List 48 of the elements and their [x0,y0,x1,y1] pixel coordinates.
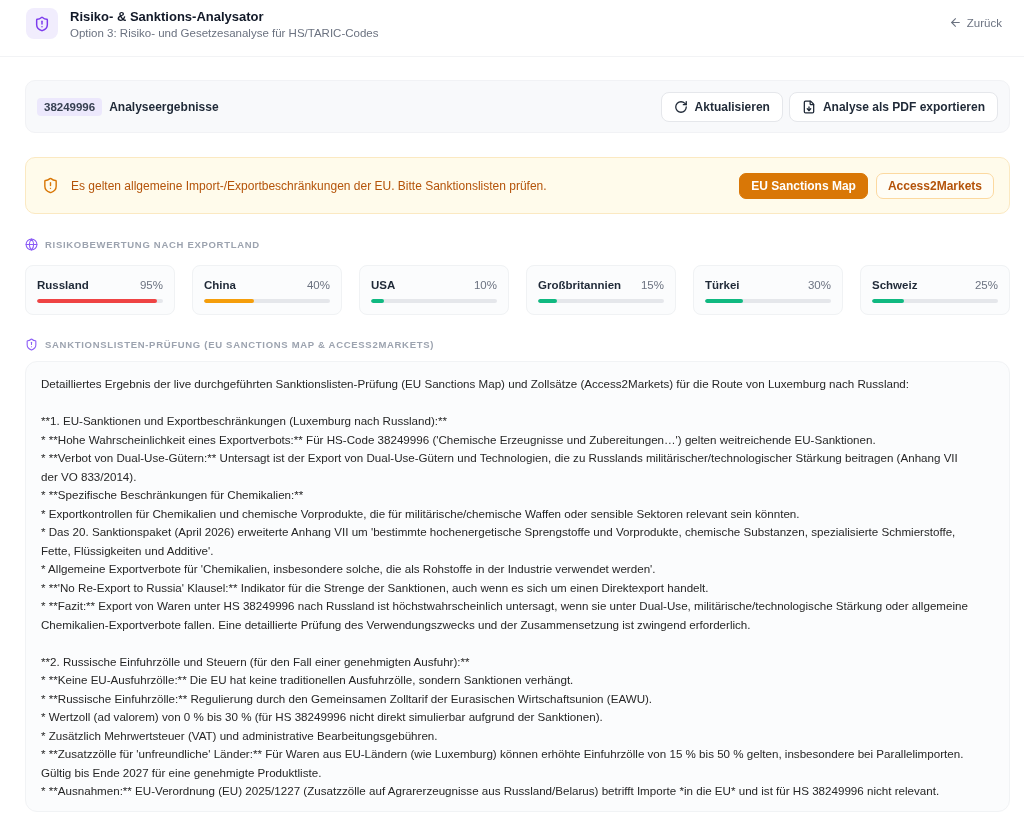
section-heading: RISIKOBEWERTUNG NACH EXPORTLAND [45,239,260,250]
warning-message: Es gelten allgemeine Import-/Exportbeschränkungen der EU. Bitte Sanktionslisten prüfen. [71,178,548,193]
report-text-line: * **'No Re-Export to Russia' Klausel:** Indikator für die Strenge der Sanktionen, auch wenn es sich um einen Direktexport handelt. [41,579,710,596]
report-text-line: * **Russische Einfuhrzölle:** Regulierung durch den Gemeinsamen Zolltarif der Eurasischen Wirtschaftsunion (EAWU). [41,690,654,707]
arrow-left-icon [948,16,962,29]
country-name: Russland [37,279,89,291]
report-text-line: * **Keine EU-Ausfuhrzölle:** Die EU hat keine traditionellen Ausfuhrzölle, sondern Sanktionen verhängt. [41,672,575,688]
shield-alert-icon [26,8,58,39]
globe-icon [25,238,38,251]
results-title: Analyseergebnisse [109,99,219,114]
page-title: Risiko- & Sanktions-Analysator [70,9,265,24]
risk-percentage: 95% [139,279,163,291]
report-text-line: * Das 20. Sanktionspaket (April 2026) erweiterte Anhang VII um 'bestimmte hochenergetische Sprengstoffe und Vorprodukte, chemische Substanzen, spezialisierte Schmierstoffe, Fette, Flüssigkeiten und Additive'. [41,524,957,559]
country-name: Schweiz [872,279,918,291]
hs-code-badge: 38249996 [37,97,103,116]
country-name: Türkei [705,279,740,291]
report-text-line: Detailliertes Ergebnis der live durchgeführten Sanktionslisten-Prüfung (EU Sanctions Map) und Zollsätze (Access2Markets) für die Route von Luxemburg nach Russland: [41,376,911,392]
report-text-line: **1. EU-Sanktionen und Exportbeschränkungen (Luxemburg nach Russland):** [41,413,449,429]
risk-percentage: 30% [807,279,831,291]
country-name: USA [371,279,396,291]
risk-percentage: 10% [473,279,497,291]
report-text-line: * **Hohe Wahrscheinlichkeit eines Exportverbots:** Für HS-Code 38249996 ('Chemische Erzeugnisse und Zubereitungen…') gelten weitreichende EU-Sanktionen. [41,431,877,448]
section-heading: SANKTIONSLISTEN-PRÜFUNG (EU SANCTIONS MAP & ACCESS2MARKETS) [45,339,435,350]
report-text-line: * **Fazit:** Export von Waren unter HS 38249996 nach Russland ist höchstwahrscheinlich untersagt, wenn sie unter Dual-Use, militärische/technologische Stärkung oder allgemeine Chemikalien-Exportverbote fallen. Eine detaillierte Prüfung des Verwendungszwecks und der Zusammensetzung ist zwingend erforderlich. [41,598,969,633]
report-text-line: * Wertzoll (ad valorem) von 0 % bis 30 % (für HS 38249996 nicht direkt simulierbar aufgrund der Sanktionen). [41,709,604,725]
report-text-line: **2. Russische Einfuhrzölle und Steuern (für den Fall einer genehmigten Ausfuhr):** [41,653,471,670]
report-text-line: * **Zusatzzölle für 'unfreundliche' Länder:** Für Waren aus EU-Ländern (wie Luxemburg) können erhöhte Einfuhrzölle von 15 % bis 50 % gelten, insbesondere bei Parallelimporten. Gültig bis Ende 2027 für eine genehmigte Produktliste. [41,746,965,781]
risk-percentage: 15% [640,279,664,291]
country-name: Großbritannien [538,279,622,291]
report-text-line: * Exportkontrollen für Chemikalien und chemische Vorprodukte, die für militärische/chemische Waffen oder sensible Sektoren relevant sein könnten. [41,505,801,522]
refresh-button[interactable]: Aktualisieren [660,91,783,122]
shield-alert-icon [42,177,59,194]
report-text-line: * **Spezifische Beschränkungen für Chemikalien:** [41,487,305,503]
risk-percentage: 40% [306,279,330,291]
link-button[interactable]: Access2Markets [875,172,994,199]
back-link[interactable]: Zurück [948,16,1002,29]
country-name: China [204,279,236,291]
link-button[interactable]: EU Sanctions Map [739,172,868,199]
refresh-icon [673,99,688,114]
report-text-line: * Allgemeine Exportverbote für 'Chemikalien, insbesondere solche, die als Rohstoffe in der Industrie verwendet werden'. [41,561,657,577]
risk-percentage: 25% [974,279,998,291]
report-text-line: * Zusätzlich Mehrwertsteuer (VAT) und administrative Bearbeitungsgebühren. [41,727,439,744]
export-pdf-button[interactable]: Analyse als PDF exportieren [788,91,998,122]
report-text-line: * **Ausnahmen:** EU-Verordnung (EU) 2025/1227 (Zusatzzölle auf Agrarerzeugnisse aus Russland/Belarus) betrifft Importe *in die EU* und ist für HS 38249996 nicht relevant. [41,783,941,799]
file-download-icon [801,99,816,114]
report-text-line: * **Verbot von Dual-Use-Gütern:** Untersagt ist der Export von Dual-Use-Gütern und Technologien, die zu Russlands militärischer/technologischer Stärkung beitragen (Anhang VII der VO 833/2014). [41,450,959,485]
shield-alert-icon [25,338,38,351]
page-subtitle: Option 3: Risiko- und Gesetzesanalyse für HS/TARIC-Codes [70,27,380,39]
